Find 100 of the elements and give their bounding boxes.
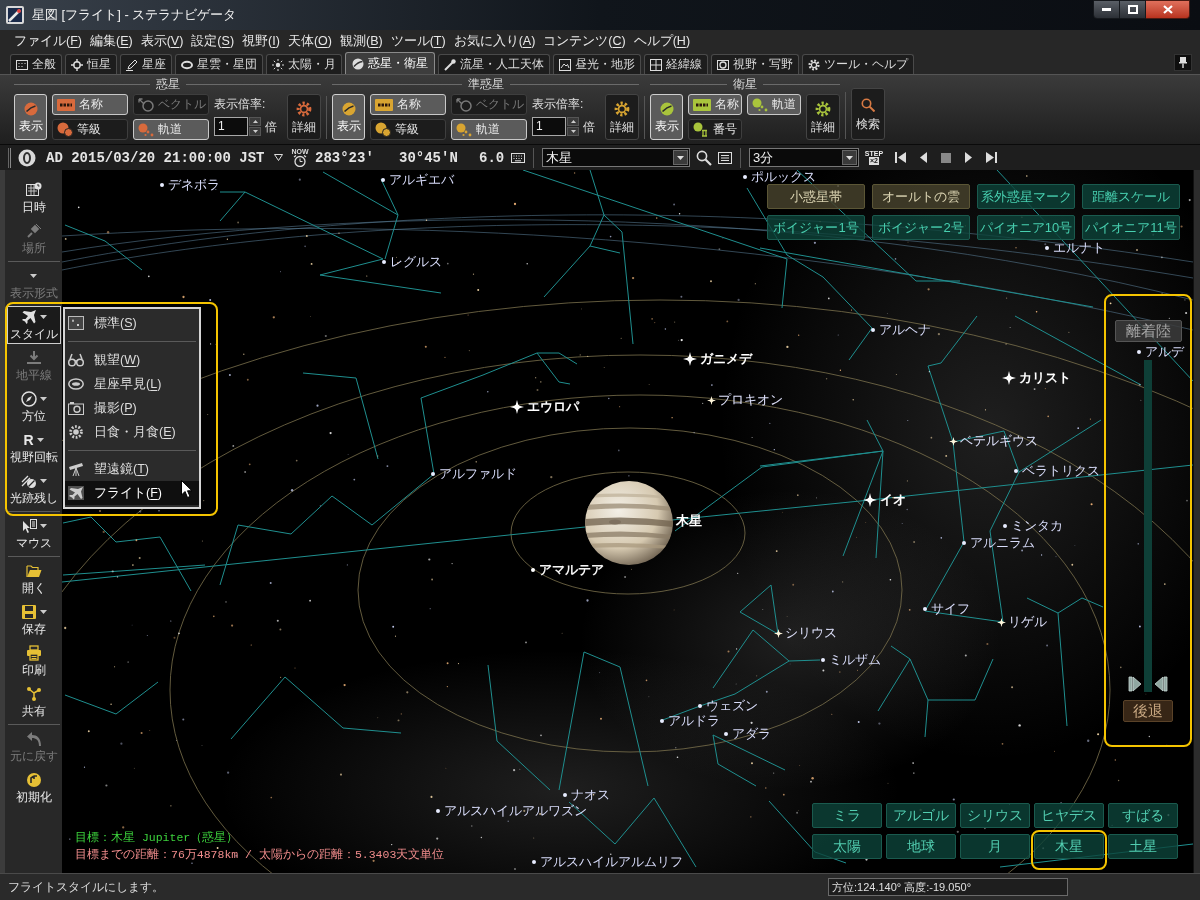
overlay-toggle-button[interactable]: パイオニア10号	[977, 215, 1075, 240]
toggle-button[interactable]: 等級	[52, 119, 128, 140]
spin-up-button[interactable]	[249, 117, 261, 126]
dropdown-button[interactable]	[673, 150, 688, 165]
tab[interactable]: 昼光・地形	[553, 54, 641, 74]
circle-ring-icon[interactable]	[18, 148, 36, 167]
jump-button[interactable]: 木星	[1034, 834, 1104, 859]
menu-item[interactable]: 観望(W)	[65, 348, 199, 372]
tab[interactable]: ツール・ヘルプ	[802, 54, 914, 74]
sidebar-button[interactable]: R 視野回転	[6, 429, 61, 467]
land-button[interactable]: 離着陸	[1114, 320, 1182, 342]
toggle-button[interactable]: 名称	[688, 94, 742, 115]
tab[interactable]: 流星・人工天体	[438, 54, 550, 74]
show-button[interactable]: 表示	[650, 94, 683, 140]
scale-input[interactable]: 1	[214, 117, 248, 136]
back-button[interactable]: 後退	[1123, 700, 1173, 722]
jump-button[interactable]: 月	[960, 834, 1030, 859]
menu-item[interactable]: 設定(S)	[190, 33, 236, 49]
spin-down-button[interactable]	[567, 127, 579, 136]
menu-item[interactable]: お気に入り(A)	[452, 33, 537, 49]
search-button[interactable]: 検索	[851, 88, 885, 140]
sidebar-button[interactable]: 日時	[6, 179, 61, 217]
tab[interactable]: 視野・写野	[711, 54, 799, 74]
sidebar-button[interactable]: 共有	[6, 683, 61, 721]
caret-down-icon[interactable]	[274, 154, 283, 161]
sidebar-button[interactable]: 開く	[6, 560, 61, 598]
toggle-button[interactable]: 名称	[52, 94, 128, 115]
overlay-toggle-button[interactable]: 距離スケール	[1082, 184, 1180, 209]
close-button[interactable]	[1146, 0, 1190, 19]
menu-item[interactable]: 観測(B)	[338, 33, 384, 49]
jump-button[interactable]: シリウス	[960, 803, 1030, 828]
detail-button[interactable]: 詳細	[605, 94, 639, 140]
toggle-button[interactable]: 名称	[370, 94, 446, 115]
step-back-icon[interactable]	[920, 152, 927, 163]
overlay-toggle-button[interactable]: 系外惑星マーク	[977, 184, 1075, 209]
tab[interactable]: 恒星	[65, 54, 117, 74]
toggle-button[interactable]: 軌道	[133, 119, 209, 140]
menu-item[interactable]: ツール(T)	[389, 33, 447, 49]
menu-item[interactable]: 日食・月食(E)	[65, 420, 199, 444]
jump-button[interactable]: 地球	[886, 834, 956, 859]
sidebar-button[interactable]: スタイル	[6, 306, 61, 344]
menu-item[interactable]: コンテンツ(C)	[542, 33, 627, 49]
pin-button[interactable]	[1174, 54, 1192, 71]
spin-up-button[interactable]	[567, 117, 579, 126]
target-combobox[interactable]: 木星	[542, 148, 690, 167]
search-icon[interactable]	[696, 149, 712, 166]
stop-icon[interactable]	[941, 152, 951, 163]
tab[interactable]: 惑星・衛星	[345, 52, 435, 74]
sidebar-button[interactable]: 光跡残し	[6, 470, 61, 508]
sidebar-button[interactable]: 方位	[6, 388, 61, 426]
keyboard-icon[interactable]	[511, 152, 525, 163]
menu-item[interactable]: 撮影(P)	[65, 396, 199, 420]
toggle-button[interactable]: 番号	[688, 119, 742, 140]
minimize-button[interactable]	[1093, 0, 1120, 19]
list-icon[interactable]	[718, 151, 732, 164]
tab[interactable]: 星雲・星団	[175, 54, 263, 74]
detail-button[interactable]: 詳細	[287, 94, 321, 140]
menu-item[interactable]: 標準(S)	[65, 311, 199, 335]
show-button[interactable]: 表示	[14, 94, 47, 140]
slider-thumb[interactable]	[1128, 676, 1168, 692]
menu-item[interactable]: ファイル(F)	[13, 33, 83, 49]
menu-item[interactable]: 視野(I)	[241, 33, 281, 49]
show-button[interactable]: 表示	[332, 94, 365, 140]
jump-button[interactable]: ミラ	[812, 803, 882, 828]
step-combobox[interactable]: 3分	[749, 148, 859, 167]
toggle-button[interactable]: 等級	[370, 119, 446, 140]
dropdown-button[interactable]	[842, 150, 857, 165]
skip-end-icon[interactable]	[986, 152, 997, 163]
jump-button[interactable]: アルゴル	[886, 803, 956, 828]
jump-button[interactable]: すばる	[1108, 803, 1178, 828]
menu-item[interactable]: 編集(E)	[89, 33, 134, 49]
tab[interactable]: 太陽・月	[266, 54, 342, 74]
menu-item[interactable]: 望遠鏡(T)	[65, 457, 199, 481]
tab[interactable]: 経緯線	[644, 54, 708, 74]
menu-item[interactable]: 星座早見(L)	[65, 372, 199, 396]
sidebar-button[interactable]: 保存	[6, 601, 61, 639]
menu-item[interactable]: 表示(V)	[139, 33, 185, 49]
menu-item[interactable]: ヘルプ(H)	[632, 33, 692, 49]
detail-button[interactable]: 詳細	[806, 94, 840, 140]
play-icon[interactable]	[965, 152, 972, 163]
skip-start-icon[interactable]	[895, 152, 906, 163]
jump-button[interactable]: 土星	[1108, 834, 1178, 859]
overlay-toggle-button[interactable]: 小惑星帯	[767, 184, 865, 209]
tab[interactable]: 全般	[10, 54, 62, 74]
maximize-button[interactable]	[1120, 0, 1146, 19]
scale-input[interactable]: 1	[532, 117, 566, 136]
sidebar-button[interactable]: 初期化	[6, 769, 61, 807]
toggle-button[interactable]: 軌道	[747, 94, 801, 115]
spin-down-button[interactable]	[249, 127, 261, 136]
sidebar-button[interactable]: 印刷	[6, 642, 61, 680]
jump-button[interactable]: 太陽	[812, 834, 882, 859]
toggle-button[interactable]: 軌道	[451, 119, 527, 140]
menu-item[interactable]: フライト(F)	[65, 481, 199, 505]
overlay-toggle-button[interactable]: ボイジャー1号	[767, 215, 865, 240]
tab[interactable]: 星座	[120, 54, 172, 74]
overlay-toggle-button[interactable]: ボイジャー2号	[872, 215, 970, 240]
overlay-toggle-button[interactable]: オールトの雲	[872, 184, 970, 209]
jump-button[interactable]: ヒヤデス	[1034, 803, 1104, 828]
overlay-toggle-button[interactable]: パイオニア11号	[1082, 215, 1180, 240]
sidebar-button[interactable]: マウス	[6, 515, 61, 553]
